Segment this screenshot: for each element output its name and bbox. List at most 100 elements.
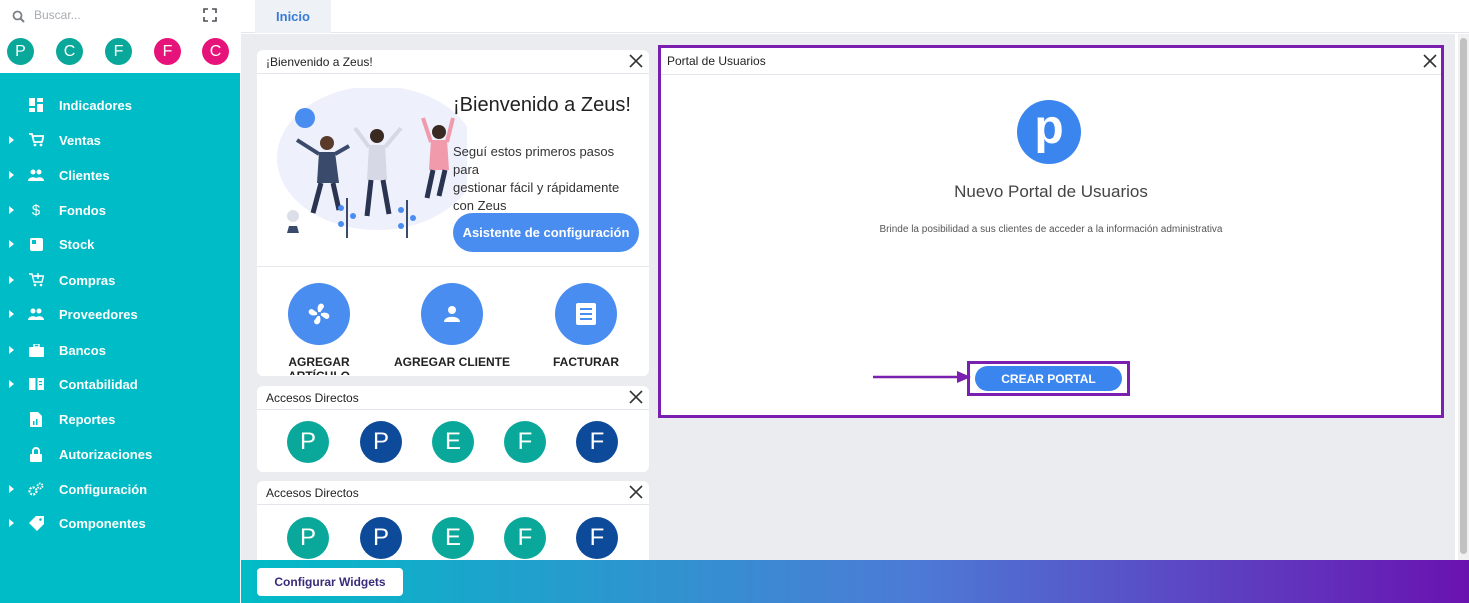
welcome-heading: ¡Bienvenido a Zeus! <box>453 94 631 116</box>
sidebar-item-proveedores[interactable]: Proveedores <box>0 297 240 331</box>
bottom-bar: Configurar Widgets <box>241 560 1469 603</box>
welcome-text-line: gestionar fácil y rápidamente <box>453 180 620 195</box>
quick-avatar-f-pink[interactable]: F <box>154 38 181 65</box>
shortcuts-widget: Accesos Directos P P E F F <box>257 481 649 560</box>
sidebar-item-label: Compras <box>59 272 116 288</box>
sidebar-item-label: Ventas <box>59 132 101 148</box>
shortcut-e[interactable]: E <box>432 421 474 463</box>
scrollbar-thumb[interactable] <box>1460 38 1467 554</box>
tab-bar: Inicio <box>241 0 1469 33</box>
quick-avatar-c[interactable]: C <box>56 38 83 65</box>
sidebar-item-ventas[interactable]: Ventas <box>0 123 240 157</box>
sidebar-item-label: Clientes <box>59 167 110 183</box>
close-icon[interactable] <box>629 390 643 404</box>
widget-header: ¡Bienvenido a Zeus! <box>257 50 649 74</box>
quick-avatar-p[interactable]: P <box>7 38 34 65</box>
shortcut-f-dark[interactable]: F <box>576 517 618 559</box>
sidebar-item-reportes[interactable]: Reportes <box>0 402 240 436</box>
box-icon <box>28 236 44 252</box>
add-article-label: AGREGAR ARTÍCULO <box>288 355 350 375</box>
sidebar-item-label: Stock <box>59 236 95 252</box>
sidebar-item-stock[interactable]: Stock <box>0 227 240 261</box>
search-icon <box>12 10 25 23</box>
create-portal-button[interactable]: CREAR PORTAL <box>975 366 1122 391</box>
tag-icon <box>28 515 44 531</box>
fullscreen-icon[interactable] <box>203 8 217 22</box>
scrollbar[interactable] <box>1458 34 1469 560</box>
tab-inicio[interactable]: Inicio <box>255 0 331 33</box>
divider <box>257 266 649 267</box>
portal-description: Brinde la posibilidad a sus clientes de … <box>879 224 1223 235</box>
shortcuts-widget: Accesos Directos P P E F F <box>257 386 649 472</box>
chevron-right-icon <box>9 240 14 248</box>
add-client-button[interactable] <box>421 283 483 345</box>
chevron-right-icon <box>9 519 14 527</box>
chevron-right-icon <box>9 380 14 388</box>
sidebar-item-configuracion[interactable]: Configuración <box>0 472 240 506</box>
sidebar-item-label: Fondos <box>59 202 106 218</box>
sidebar-item-label: Contabilidad <box>59 376 138 392</box>
add-client-label: AGREGAR CLIENTE <box>393 355 510 369</box>
search-input[interactable] <box>34 8 184 22</box>
widget-title: Portal de Usuarios <box>667 54 766 68</box>
shortcut-p[interactable]: P <box>287 421 329 463</box>
sidebar-item-label: Reportes <box>59 411 116 427</box>
sidebar-item-compras[interactable]: Compras <box>0 263 240 297</box>
close-icon[interactable] <box>629 54 643 68</box>
lock-icon <box>28 446 44 462</box>
widget-title: Accesos Directos <box>266 390 359 405</box>
portal-widget: Portal de Usuarios p Nuevo Portal de Usu… <box>661 48 1441 415</box>
dashboard-icon <box>28 97 44 113</box>
welcome-text: Seguí estos primeros pasos para gestiona… <box>453 143 619 215</box>
chevron-right-icon <box>9 346 14 354</box>
close-icon[interactable] <box>629 485 643 499</box>
people-icon <box>28 306 44 322</box>
gears-icon <box>28 481 44 497</box>
sidebar-item-indicadores[interactable]: Indicadores <box>0 88 240 122</box>
people-icon <box>28 167 44 183</box>
close-icon[interactable] <box>1423 54 1437 68</box>
portal-logo-letter: p <box>1034 101 1064 154</box>
chevron-right-icon <box>9 276 14 284</box>
shortcut-f[interactable]: F <box>504 421 546 463</box>
shortcut-p-dark[interactable]: P <box>360 517 402 559</box>
shortcut-e[interactable]: E <box>432 517 474 559</box>
sidebar-item-contabilidad[interactable]: Contabilidad <box>0 367 240 401</box>
chevron-right-icon <box>9 310 14 318</box>
quick-avatars: P C F F C <box>0 33 240 73</box>
sidebar-nav: Indicadores Ventas Clientes $ Fondos Sto… <box>0 73 240 603</box>
sidebar-item-clientes[interactable]: Clientes <box>0 158 240 192</box>
fan-icon <box>308 303 330 325</box>
sidebar-item-label: Configuración <box>59 481 148 497</box>
sidebar-item-label: Proveedores <box>59 306 138 322</box>
setup-wizard-button[interactable]: Asistente de configuración <box>453 213 639 252</box>
shortcut-p[interactable]: P <box>287 517 329 559</box>
shortcut-f[interactable]: F <box>504 517 546 559</box>
shortcut-f-dark[interactable]: F <box>576 421 618 463</box>
cart-icon <box>28 132 44 148</box>
widget-title: Accesos Directos <box>266 485 359 500</box>
quick-avatar-f[interactable]: F <box>105 38 132 65</box>
configure-widgets-button[interactable]: Configurar Widgets <box>257 568 403 596</box>
quick-avatar-c-pink[interactable]: C <box>202 38 229 65</box>
invoice-button[interactable] <box>555 283 617 345</box>
chevron-right-icon <box>9 136 14 144</box>
sidebar-item-label: Bancos <box>59 342 106 358</box>
welcome-widget: ¡Bienvenido a Zeus! ¡Bienvenido a Zeus! … <box>257 50 649 376</box>
person-icon <box>444 306 460 322</box>
invoice-label: FACTURAR <box>553 355 619 369</box>
sidebar-item-fondos[interactable]: $ Fondos <box>0 193 240 227</box>
portal-title: Nuevo Portal de Usuarios <box>954 182 1148 201</box>
search-bar <box>0 0 240 33</box>
dollar-icon: $ <box>31 201 41 219</box>
welcome-illustration <box>277 88 467 238</box>
add-article-button[interactable] <box>288 283 350 345</box>
sidebar-item-bancos[interactable]: Bancos <box>0 333 240 367</box>
shortcut-p-dark[interactable]: P <box>360 421 402 463</box>
sidebar-item-componentes[interactable]: Componentes <box>0 506 240 540</box>
widget-title: ¡Bienvenido a Zeus! <box>266 54 373 69</box>
report-icon <box>28 411 44 427</box>
receipt-icon <box>576 303 596 325</box>
book-icon <box>28 376 44 392</box>
sidebar-item-autorizaciones[interactable]: Autorizaciones <box>0 437 240 471</box>
